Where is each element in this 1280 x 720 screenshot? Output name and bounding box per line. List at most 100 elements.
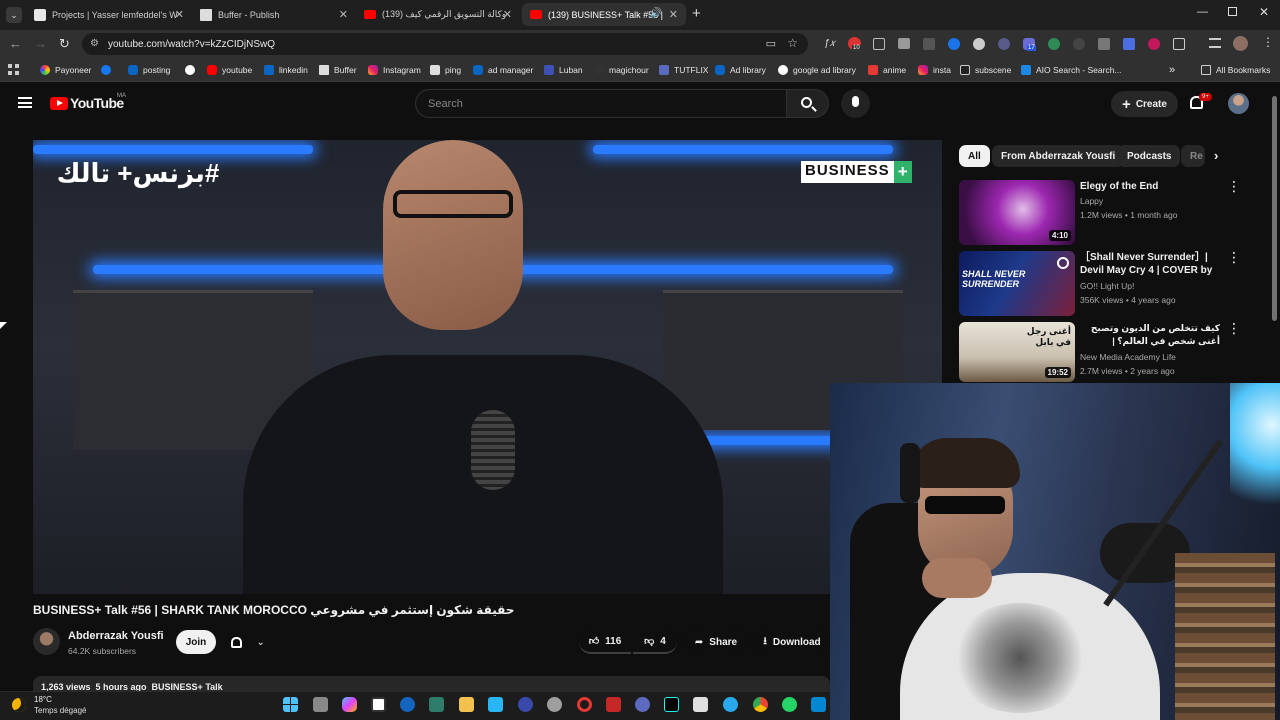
extensions-puzzle-icon[interactable]	[1173, 38, 1185, 50]
youtube-logo[interactable]: YouTube	[50, 95, 124, 111]
tiktok-icon[interactable]	[664, 697, 679, 712]
minimize-icon[interactable]: —	[1197, 6, 1208, 18]
chip-all[interactable]: All	[959, 145, 990, 167]
file-explorer-icon[interactable]	[459, 697, 474, 712]
close-icon[interactable]: ✕	[175, 8, 184, 21]
account-avatar[interactable]	[1228, 93, 1249, 114]
extension-icon[interactable]	[948, 38, 960, 50]
dislike-button[interactable]: 👎︎ 4	[633, 630, 677, 654]
all-bookmarks[interactable]: All Bookmarks	[1201, 63, 1270, 77]
bookmark-payoneer[interactable]: Payoneer	[40, 63, 91, 77]
bookmark-posting[interactable]: posting	[128, 63, 170, 77]
forward-icon[interactable]: →	[34, 36, 47, 51]
telegram-icon[interactable]	[723, 697, 738, 712]
bookmark-google-ad-library[interactable]: google ad library	[778, 63, 856, 77]
bookmark-ad-library[interactable]: Ad library	[715, 63, 766, 77]
recommended-video[interactable]: أغنى رجل في بابل 19:52 كيف تتخلص من الدي…	[959, 321, 1269, 382]
chip-from-channel[interactable]: From Abderrazak Yousfi	[992, 145, 1125, 167]
bookmark-tutflix[interactable]: TUTFLIX	[659, 63, 708, 77]
subscribe-bell-button[interactable]: ⌄	[224, 630, 272, 654]
video-player[interactable]: #بزنس+ تالك BUSINESS +	[33, 140, 942, 594]
speaker-icon[interactable]: 🔊	[650, 8, 662, 19]
page-scrollbar[interactable]	[1272, 96, 1277, 321]
opera-icon[interactable]	[577, 697, 592, 712]
app-icon[interactable]	[606, 697, 621, 712]
extension-icon[interactable]	[1123, 38, 1135, 50]
weather-icon[interactable]	[12, 698, 26, 712]
tab-projects[interactable]: Projects | Yasser lemfeddel's W ✕	[26, 3, 192, 26]
bookmark-ping[interactable]: ping	[430, 63, 461, 77]
hamburger-menu-icon[interactable]	[18, 97, 32, 108]
search-input[interactable]: Search	[415, 89, 787, 118]
bookmark-aio-search[interactable]: AIO Search - Search...	[1021, 63, 1122, 77]
apps-grid-icon[interactable]	[8, 64, 19, 75]
window-close-icon[interactable]: ✕	[1259, 5, 1269, 19]
extension-fx-icon[interactable]: ƒ𝑥	[824, 38, 835, 49]
more-actions-icon[interactable]: ⋮	[1227, 250, 1241, 264]
profile-avatar-icon[interactable]	[1233, 36, 1248, 51]
extension-icon[interactable]	[923, 38, 935, 50]
restore-icon[interactable]	[1228, 7, 1237, 16]
start-menu-icon[interactable]	[283, 697, 298, 712]
tab-buffer[interactable]: Buffer - Publish ✕	[192, 3, 356, 26]
app-icon[interactable]	[429, 697, 444, 712]
channel-name[interactable]: Abderrazak Yousfi	[68, 630, 164, 642]
address-bar[interactable]: ⚙ youtube.com/watch?v=kZzCIDjNSwQ ▭ ☆	[82, 33, 808, 55]
search-button[interactable]	[787, 89, 829, 118]
browser-menu-icon[interactable]: ⋮	[1262, 35, 1274, 49]
bookmark-luban[interactable]: Luban	[544, 63, 583, 77]
extension-icon[interactable]	[1048, 38, 1060, 50]
extension-icon[interactable]	[1098, 38, 1110, 50]
join-button[interactable]: Join	[176, 630, 216, 654]
share-button[interactable]: ➦ Share	[686, 630, 746, 654]
tab-youtube-agency[interactable]: (139) وكالة التسويق الرقمي كيف ✕	[356, 3, 520, 26]
notion-icon[interactable]	[371, 697, 386, 712]
more-actions-icon[interactable]: ⋮	[1227, 321, 1241, 335]
chip-podcasts[interactable]: Podcasts	[1118, 145, 1181, 167]
new-tab-icon[interactable]: +	[692, 5, 701, 22]
close-icon[interactable]: ✕	[339, 8, 348, 21]
bookmark-linkedin[interactable]: linkedin	[264, 63, 308, 77]
like-button[interactable]: 👍︎ 116	[579, 630, 631, 654]
camera-extension-icon[interactable]	[898, 38, 910, 49]
app-icon[interactable]	[635, 697, 650, 712]
more-actions-icon[interactable]: ⋮	[1227, 179, 1241, 193]
task-view-icon[interactable]	[313, 697, 328, 712]
recommended-video[interactable]: SHALL NEVER SURRENDER ［Shall Never Surre…	[959, 250, 1269, 317]
whatsapp-icon[interactable]	[782, 697, 797, 712]
settings-icon[interactable]	[547, 697, 562, 712]
create-button[interactable]: + Create	[1111, 91, 1178, 117]
tab-youtube-business-talk[interactable]: (139) BUSINESS+ Talk #56 | 🔊 ✕	[522, 3, 686, 26]
extension-icon[interactable]	[998, 38, 1010, 50]
recommended-video[interactable]: 4:10 Elegy of the End Lappy 1.2M views •…	[959, 179, 1269, 246]
bookmark-google[interactable]	[185, 63, 200, 77]
media-control-icon[interactable]	[1209, 38, 1221, 48]
site-info-icon[interactable]: ⚙	[90, 38, 99, 49]
bookmark-instagram[interactable]: Instagram	[368, 63, 421, 77]
channel-avatar[interactable]	[33, 628, 60, 655]
bookmarks-overflow-icon[interactable]: »	[1169, 63, 1175, 77]
app-icon[interactable]	[400, 697, 415, 712]
app-icon[interactable]	[693, 697, 708, 712]
close-icon[interactable]: ✕	[503, 8, 512, 21]
bookmark-insta[interactable]: insta	[918, 63, 951, 77]
cast-icon[interactable]: ▭	[766, 37, 776, 50]
extension-icon[interactable]	[1148, 38, 1160, 50]
bookmark-facebook[interactable]	[101, 63, 116, 77]
chrome-icon[interactable]	[753, 697, 768, 712]
bookmark-ad-manager[interactable]: ad manager	[473, 63, 533, 77]
copilot-icon[interactable]	[342, 697, 357, 712]
bookmark-anime[interactable]: anime	[868, 63, 906, 77]
bookmark-star-icon[interactable]: ☆	[787, 36, 798, 50]
store-icon[interactable]	[488, 697, 503, 712]
close-icon[interactable]: ✕	[669, 8, 678, 21]
bookmark-buffer[interactable]: Buffer	[319, 63, 357, 77]
back-icon[interactable]: ←	[9, 36, 22, 51]
tab-search-icon[interactable]: ⌄	[6, 7, 22, 23]
extension-icon[interactable]	[973, 38, 985, 50]
bookmark-magichour[interactable]: magichour	[594, 63, 649, 77]
extension-icon[interactable]	[1073, 38, 1085, 50]
download-button[interactable]: ⭳ Download	[756, 630, 828, 654]
bookmark-youtube[interactable]: youtube	[207, 63, 252, 77]
extension-icon[interactable]	[873, 38, 885, 50]
